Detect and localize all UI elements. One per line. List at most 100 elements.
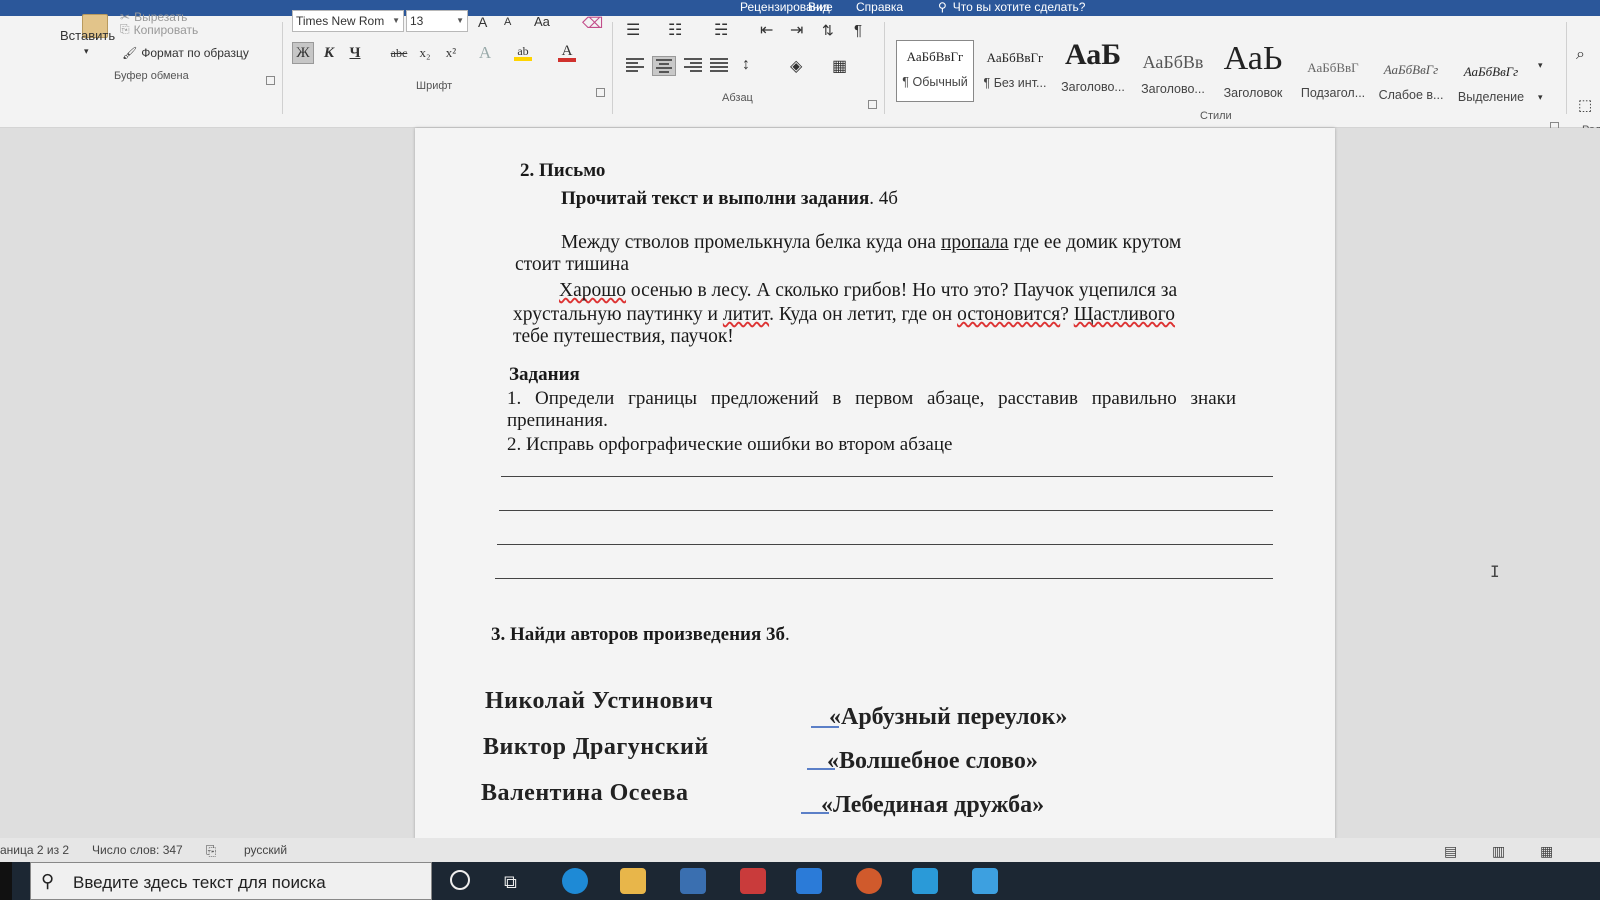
title-bar: Рецензирование Вид Справка ⚲ Что вы хоти… [0, 0, 1600, 16]
style-subtle-emphasis[interactable]: АаБбВвГг Слабое в... [1372, 52, 1450, 114]
style-heading-1[interactable]: АаБ Заголово... [1054, 38, 1132, 106]
separator [282, 22, 283, 114]
grow-font-button[interactable]: A [478, 14, 487, 30]
author-2: Виктор Драгунский [483, 734, 709, 760]
bullets-icon[interactable]: ☰ [626, 20, 640, 40]
web-layout-icon[interactable]: ▦ [1540, 843, 1553, 860]
taskbar-search-input[interactable]: ⚲ Введите здесь текст для поиска [30, 862, 432, 900]
shading-icon[interactable]: ◈ [790, 56, 802, 76]
italic-button[interactable]: К [318, 42, 340, 64]
paste-button[interactable]: Вставить [60, 28, 115, 43]
section-3-heading: 3. Найди авторов произведения 3б. [491, 624, 790, 645]
tab-view[interactable]: Вид [808, 0, 830, 14]
format-painter-button[interactable]: 🖌 Формат по образцу [122, 46, 249, 60]
styles-group-label: Стили [1200, 110, 1232, 122]
paragraph-group-label: Абзац [722, 92, 753, 104]
style-emphasis[interactable]: АаБбВвГг Выделение [1452, 54, 1530, 116]
style-heading-2[interactable]: АаБбВв Заголово... [1134, 46, 1212, 108]
align-left-icon[interactable] [626, 58, 644, 72]
show-marks-icon[interactable]: ¶ [854, 22, 862, 39]
numbering-icon[interactable]: ☷ [668, 20, 682, 40]
print-layout-icon[interactable]: ▥ [1492, 843, 1505, 860]
align-right-icon[interactable] [684, 58, 702, 72]
answer-line[interactable] [497, 544, 1273, 545]
proofing-icon[interactable]: ⎘ [206, 843, 216, 859]
read-mode-icon[interactable]: ▤ [1444, 843, 1457, 860]
font-color-button[interactable]: A [556, 42, 578, 64]
decrease-indent-icon[interactable]: ⇤ [760, 20, 773, 40]
bold-button[interactable]: Ж [292, 42, 314, 64]
text-effects-icon[interactable]: A [474, 42, 496, 64]
strikethrough-button[interactable]: abc [388, 42, 410, 64]
clipboard-group-label: Буфер обмена [114, 70, 189, 82]
tell-me-box[interactable]: ⚲ Что вы хотите сделать? [938, 0, 1085, 14]
file-explorer-icon[interactable] [620, 868, 646, 894]
increase-indent-icon[interactable]: ⇥ [790, 20, 803, 40]
style-no-spacing[interactable]: АаБбВвГг ¶ Без инт... [976, 42, 1054, 104]
change-case-button[interactable]: Aa [534, 14, 550, 29]
separator [884, 22, 885, 114]
task-1-line-2: препинания. [507, 410, 608, 431]
task-1-line-1: 1. Определи границы предложений в первом… [507, 388, 1237, 409]
start-button[interactable] [0, 862, 12, 900]
answer-line[interactable] [499, 510, 1273, 511]
lightbulb-icon: ⚲ [938, 0, 947, 14]
highlight-button[interactable]: ab [512, 42, 534, 64]
tab-help[interactable]: Справка [856, 0, 903, 14]
underline-button[interactable]: Ч [344, 42, 366, 64]
answer-line[interactable] [495, 578, 1273, 579]
page-counter[interactable]: аница 2 из 2 [0, 843, 69, 857]
chevron-down-icon: ▼ [392, 16, 400, 25]
font-color-icon: A [558, 44, 576, 62]
search-icon: ⚲ [41, 871, 55, 891]
task-view-icon[interactable]: ⧉ [504, 872, 517, 893]
paragraph-launcher-icon[interactable] [868, 100, 877, 109]
search-placeholder: Введите здесь текст для поиска [73, 873, 326, 892]
answer-line[interactable] [501, 476, 1273, 477]
author-1: Николай Устинович [485, 688, 714, 714]
paragraph-2-line-3: тебе путешествия, паучок! [513, 326, 734, 347]
select-icon[interactable]: ⬚ [1578, 96, 1592, 114]
brush-icon: 🖌 [122, 46, 138, 60]
edge-icon[interactable] [562, 868, 588, 894]
find-icon[interactable]: ⌕ [1576, 46, 1585, 64]
style-subtitle[interactable]: АаБбВвГ Подзагол... [1294, 50, 1372, 112]
shrink-font-button[interactable]: A [504, 16, 511, 28]
separator [1566, 22, 1567, 114]
mail-icon[interactable] [796, 868, 822, 894]
copy-button[interactable]: ⎘ Копировать [120, 22, 198, 37]
clipboard-launcher-icon[interactable] [266, 76, 275, 85]
style-title[interactable]: АаЬ Заголовок [1214, 40, 1292, 110]
style-normal[interactable]: АаБбВвГг ¶ Обычный [896, 40, 974, 102]
store-icon[interactable] [680, 868, 706, 894]
cortana-icon[interactable] [450, 870, 470, 890]
word-icon[interactable] [972, 868, 998, 894]
word-count[interactable]: Число слов: 347 [92, 843, 183, 857]
app-icon[interactable] [912, 868, 938, 894]
font-size-combo[interactable]: 13 ▼ [406, 10, 468, 32]
line-spacing-icon[interactable]: ↕ [742, 56, 750, 74]
borders-icon[interactable]: ▦ [832, 56, 847, 76]
font-launcher-icon[interactable] [596, 88, 605, 97]
gallery-down-icon[interactable]: ▾ [1538, 60, 1543, 71]
justify-icon[interactable] [710, 58, 728, 72]
app-icon[interactable] [856, 868, 882, 894]
align-center-icon[interactable] [652, 56, 676, 76]
superscript-button[interactable]: x² [440, 42, 462, 64]
ribbon: Вставить ▾ ✂ Вырезать ⎘ Копировать 🖌 Фор… [0, 10, 1600, 136]
paste-dropdown-icon[interactable]: ▾ [84, 46, 89, 57]
document-workspace: 2. Письмо Прочитай текст и выполни задан… [0, 128, 1600, 840]
font-name-combo[interactable]: Times New Rom ▼ [292, 10, 404, 32]
clear-formatting-icon[interactable]: ⌫ [582, 14, 603, 32]
tell-me-text: Что вы хотите сделать? [952, 0, 1086, 14]
gallery-more-icon[interactable]: ▾ [1538, 92, 1543, 103]
status-bar: аница 2 из 2 Число слов: 347 ⎘ русский ▤… [0, 838, 1600, 862]
language-indicator[interactable]: русский [244, 843, 287, 857]
sort-icon[interactable]: ⇅ [822, 22, 834, 39]
chevron-down-icon: ▼ [456, 16, 464, 25]
paragraph-2-line-1: Харошо осенью в лесу. А сколько грибов! … [559, 280, 1178, 301]
multilevel-list-icon[interactable]: ☵ [714, 20, 728, 40]
document-page[interactable]: 2. Письмо Прочитай текст и выполни задан… [415, 128, 1335, 840]
subscript-button[interactable]: x₂ [414, 42, 436, 64]
app-icon[interactable] [740, 868, 766, 894]
